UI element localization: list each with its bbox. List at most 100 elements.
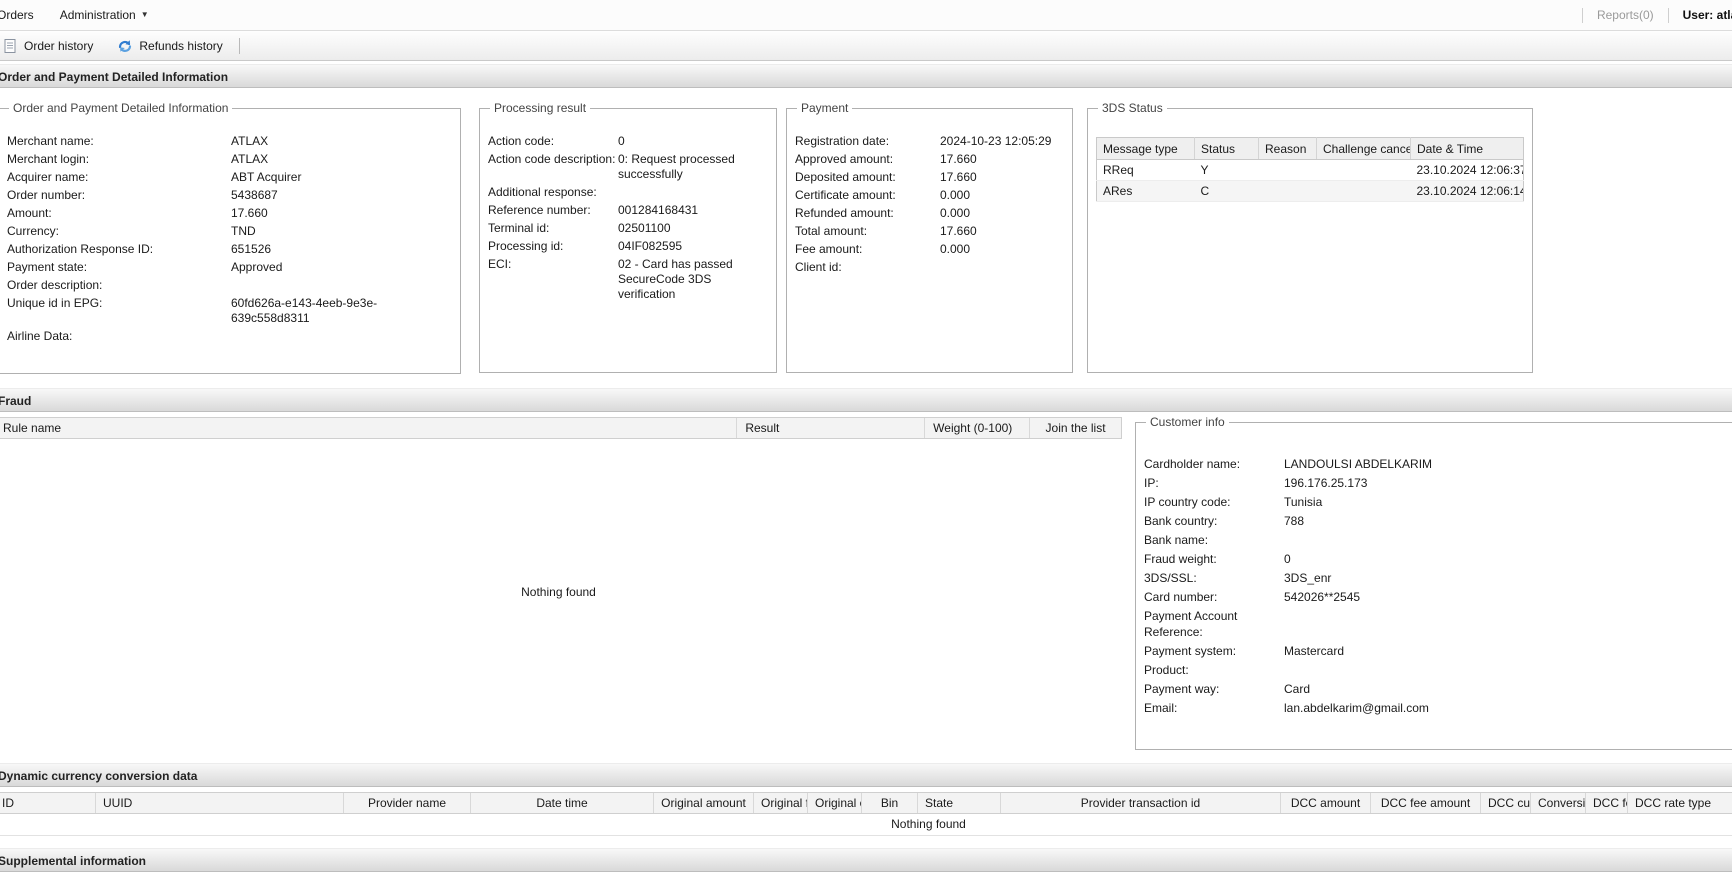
field-label: Order description:: [7, 278, 231, 293]
three-ds-table: Message typeStatusReasonChallenge cancel…: [1096, 137, 1524, 202]
field-label: Payment state:: [7, 260, 231, 275]
menu-administration[interactable]: Administration ▼: [47, 8, 162, 22]
customer-info-fields: Cardholder name: LANDOULSI ABDELKARIM IP…: [1144, 456, 1726, 716]
dcc-column-dcc-amount: DCC amount: [1280, 793, 1370, 813]
field-value: [1284, 608, 1726, 640]
customer-info-panel: Customer info Cardholder name: LANDOULSI…: [1135, 415, 1732, 750]
field-row: Order number: 5438687: [7, 188, 452, 203]
field-label: Bank country:: [1144, 513, 1284, 529]
field-row: Email: lan.abdelkarim@gmail.com: [1144, 700, 1726, 716]
three-ds-cell: C: [1195, 181, 1259, 202]
field-label: 3DS/SSL:: [1144, 570, 1284, 586]
field-label: Merchant login:: [7, 152, 231, 167]
field-value: 17.660: [231, 206, 452, 221]
field-row: IP: 196.176.25.173: [1144, 475, 1726, 491]
field-value: [618, 185, 736, 200]
three-ds-cell: 23.10.2024 12:06:37: [1411, 160, 1524, 181]
section-header-supplemental: Supplemental information: [0, 848, 1732, 872]
field-value: 04IF082595: [618, 239, 736, 254]
dcc-column-original-fee: Original f: [753, 793, 807, 813]
three-ds-panel: 3DS Status Message typeStatusReasonChall…: [1087, 101, 1533, 373]
dcc-column-provider-transaction-id: Provider transaction id: [1000, 793, 1280, 813]
three-ds-cell: [1317, 181, 1411, 202]
field-row: Amount: 17.660: [7, 206, 452, 221]
field-row: ECI: 02 - Card has passed SecureCode 3DS…: [488, 257, 768, 302]
tab-order-history[interactable]: Order history: [0, 31, 105, 60]
field-row: Registration date: 2024-10-23 12:05:29: [795, 134, 1064, 149]
three-ds-cell: ARes: [1097, 181, 1195, 202]
field-value: lan.abdelkarim@gmail.com: [1284, 700, 1726, 716]
field-label: Certificate amount:: [795, 188, 940, 203]
field-value: 17.660: [940, 152, 1064, 167]
field-value: 788: [1284, 513, 1726, 529]
tab-refunds-history[interactable]: Refunds history: [105, 31, 234, 60]
field-row: Authorization Response ID: 651526: [7, 242, 452, 257]
field-label: Approved amount:: [795, 152, 940, 167]
field-value: [940, 260, 1064, 275]
menu-orders[interactable]: Orders: [0, 8, 47, 22]
field-label: Payment way:: [1144, 681, 1284, 697]
fraud-column-weight: Weight (0-100): [924, 418, 1029, 438]
field-label: Card number:: [1144, 589, 1284, 605]
dcc-column-dcc-currency: DCC curr: [1480, 793, 1530, 813]
field-label: Payment Account Reference:: [1144, 608, 1284, 640]
field-row: Card number: 542026**2545: [1144, 589, 1726, 605]
customer-info-legend: Customer info: [1146, 415, 1229, 429]
dcc-column-original-amount: Original amount: [653, 793, 753, 813]
three-ds-row[interactable]: AResC23.10.2024 12:06:14: [1097, 181, 1524, 202]
field-row: Processing id: 04IF082595: [488, 239, 768, 254]
field-value: TND: [231, 224, 452, 239]
field-value: 0: Request processed successfully: [618, 152, 736, 182]
field-label: Refunded amount:: [795, 206, 940, 221]
field-value: 60fd626a-e143-4eeb-9e3e-639c558d8311: [231, 296, 452, 326]
field-row: Client id:: [795, 260, 1064, 275]
tab-refunds-history-label: Refunds history: [139, 39, 222, 53]
field-label: ECI:: [488, 257, 618, 302]
field-row: Reference number: 001284168431: [488, 203, 768, 218]
field-row: Cardholder name: LANDOULSI ABDELKARIM: [1144, 456, 1726, 472]
processing-result-panel: Processing result Action code: 0 Action …: [479, 101, 777, 373]
field-label: Authorization Response ID:: [7, 242, 231, 257]
three-ds-cell: [1317, 160, 1411, 181]
field-value: 5438687: [231, 188, 452, 203]
dcc-column-dcc-rate-type: DCC rate type: [1627, 793, 1732, 813]
field-value: 17.660: [940, 170, 1064, 185]
three-ds-column-header: Message type: [1097, 138, 1195, 160]
field-row: Merchant login: ATLAX: [7, 152, 452, 167]
field-row: Bank country: 788: [1144, 513, 1726, 529]
section-header-order-payment: Order and Payment Detailed Information: [0, 64, 1732, 88]
menu-reports[interactable]: Reports(0): [1597, 8, 1654, 22]
field-label: Fee amount:: [795, 242, 940, 257]
field-value: 3DS_enr: [1284, 570, 1726, 586]
field-label: Unique id in EPG:: [7, 296, 231, 326]
field-row: Payment state: Approved: [7, 260, 452, 275]
field-row: Approved amount: 17.660: [795, 152, 1064, 167]
processing-result-legend: Processing result: [490, 101, 590, 115]
field-value: 0: [1284, 551, 1726, 567]
field-value: [1284, 662, 1726, 678]
field-row: Payment way: Card: [1144, 681, 1726, 697]
order-details-fields: Merchant name: ATLAX Merchant login: ATL…: [7, 134, 452, 344]
fraud-empty-message: Nothing found: [0, 440, 1122, 750]
order-details-legend: Order and Payment Detailed Information: [9, 101, 232, 115]
field-value: [231, 329, 452, 344]
field-row: Fraud weight: 0: [1144, 551, 1726, 567]
field-label: Order number:: [7, 188, 231, 203]
field-value: 001284168431: [618, 203, 736, 218]
field-value: ABT Acquirer: [231, 170, 452, 185]
field-label: Cardholder name:: [1144, 456, 1284, 472]
three-ds-row[interactable]: RReqY23.10.2024 12:06:37: [1097, 160, 1524, 181]
field-value: 0.000: [940, 188, 1064, 203]
three-ds-column-header: Challenge cancel: [1317, 138, 1411, 160]
field-label: Deposited amount:: [795, 170, 940, 185]
three-ds-header-row: Message typeStatusReasonChallenge cancel…: [1097, 138, 1524, 160]
field-value: 651526: [231, 242, 452, 257]
field-label: Email:: [1144, 700, 1284, 716]
menubar-separator: [1582, 8, 1583, 23]
menubar-separator: [1668, 8, 1669, 23]
field-value: 02 - Card has passed SecureCode 3DS veri…: [618, 257, 736, 302]
field-row: Fee amount: 0.000: [795, 242, 1064, 257]
dcc-column-date-time: Date time: [470, 793, 653, 813]
field-value: LANDOULSI ABDELKARIM: [1284, 456, 1726, 472]
field-value: Approved: [231, 260, 452, 275]
